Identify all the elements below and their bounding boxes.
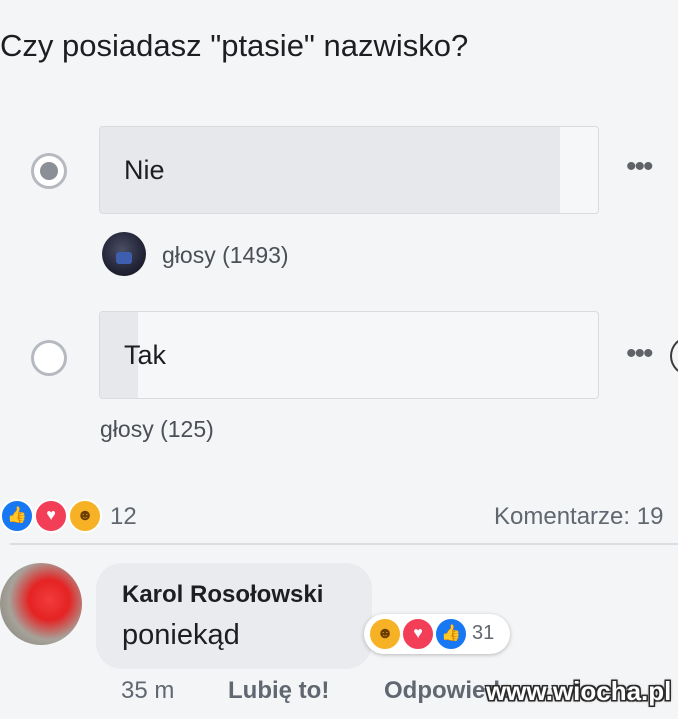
partial-button-edge bbox=[670, 336, 678, 376]
site-watermark: www.wiocha.pl bbox=[486, 676, 672, 706]
poll-option-tak-votes[interactable]: głosy (125) bbox=[100, 416, 214, 443]
poll-option-nie-label: Nie bbox=[124, 155, 165, 185]
like-icon: 👍 bbox=[434, 617, 468, 651]
like-icon[interactable]: 👍 bbox=[0, 499, 34, 533]
comment-reactions[interactable]: ☻ ♥ 👍 31 bbox=[364, 614, 510, 654]
like-comment-button[interactable]: Lubię to! bbox=[228, 677, 329, 705]
poll-option-nie-radio[interactable] bbox=[31, 153, 67, 189]
poll-option-tak-radio[interactable] bbox=[31, 340, 67, 376]
poll-option-nie-votes[interactable]: głosy (1493) bbox=[162, 242, 289, 269]
divider bbox=[10, 543, 678, 545]
poll-option-nie[interactable]: Nie bbox=[99, 126, 599, 214]
haha-icon[interactable]: ☻ bbox=[68, 499, 102, 533]
love-icon[interactable]: ♥ bbox=[34, 499, 68, 533]
poll-option-tak-label: Tak bbox=[124, 340, 167, 370]
comment-text: poniekąd bbox=[122, 619, 240, 651]
ellipsis-icon[interactable]: ••• bbox=[626, 339, 653, 369]
poll-option-nie-result-bar bbox=[100, 127, 560, 213]
voter-avatar[interactable] bbox=[102, 232, 146, 276]
comment-bubble: Karol Rosołowski poniekąd bbox=[96, 563, 372, 669]
commenter-avatar[interactable] bbox=[0, 563, 82, 645]
comment-author[interactable]: Karol Rosołowski bbox=[122, 581, 323, 609]
comments-count[interactable]: Komentarze: 19 bbox=[494, 503, 663, 531]
ellipsis-icon[interactable]: ••• bbox=[626, 152, 653, 182]
poll-question: Czy posiadasz "ptasie" nazwisko? bbox=[0, 28, 469, 63]
comment-time: 35 m bbox=[121, 677, 175, 704]
poll-option-tak[interactable]: Tak bbox=[99, 311, 599, 399]
comment-reactions-count: 31 bbox=[472, 622, 495, 644]
reactions-count[interactable]: 12 bbox=[110, 503, 137, 531]
love-icon: ♥ bbox=[401, 617, 435, 651]
haha-icon: ☻ bbox=[368, 617, 402, 651]
